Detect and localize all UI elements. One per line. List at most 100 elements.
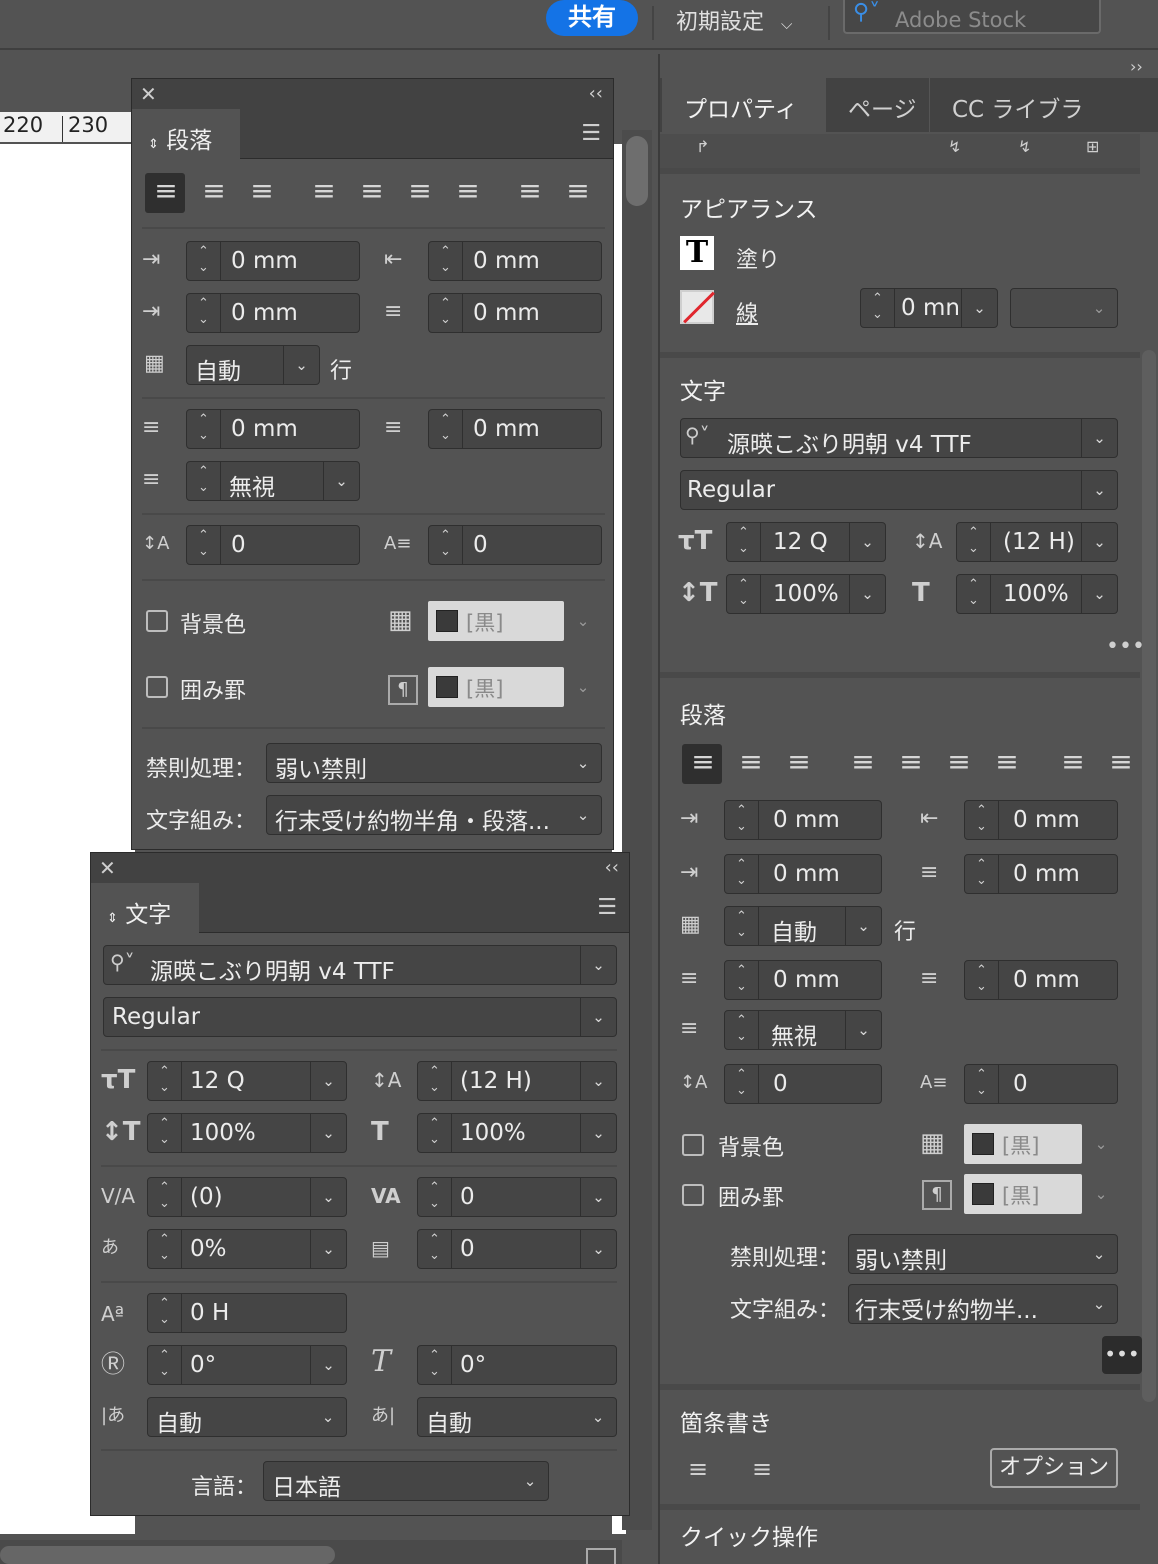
chevron-down-icon[interactable]: ⌄ [512, 1462, 548, 1500]
chevron-down-icon[interactable]: ⌄ [580, 1114, 616, 1152]
dropcap-chars-field[interactable]: ⌃ ⌄ 0 [964, 1064, 1118, 1104]
panel-scrollbar[interactable] [1142, 350, 1156, 1402]
stepper-icon[interactable]: ⌃ ⌄ [725, 801, 759, 839]
grid-align-select[interactable]: 自動 ⌄ [186, 345, 320, 385]
stepper-icon[interactable]: ⌃ ⌄ [148, 1346, 182, 1384]
chevron-down-icon[interactable]: ⌄ [580, 1178, 616, 1216]
stepper-icon[interactable]: ⌃ ⌄ [187, 242, 221, 280]
stepper-icon[interactable]: ⌃ ⌄ [187, 294, 221, 332]
chevron-down-icon[interactable]: ⌄ [845, 1011, 881, 1049]
font-size-field[interactable]: ⌃ ⌄ 12 Q ⌄ [147, 1061, 347, 1101]
panel-menu-icon[interactable]: ☰ [597, 895, 617, 921]
last-line-indent-field[interactable]: ⌃ ⌄ 0 mm [964, 854, 1118, 894]
stepper-icon[interactable]: ⌃ ⌄ [418, 1114, 452, 1152]
stepper-icon[interactable]: ⌃ ⌄ [187, 526, 221, 564]
stepper-icon[interactable]: ⌃ ⌄ [429, 410, 463, 448]
dropcap-chars-field[interactable]: ⌃ ⌄ 0 [428, 525, 602, 565]
stepper-icon[interactable]: ⌃ ⌄ [148, 1178, 182, 1216]
stepper-icon[interactable]: ⌃ ⌄ [957, 523, 991, 561]
view-mode-icon[interactable] [586, 1548, 616, 1564]
stroke-type-select[interactable]: ⌄ [1010, 288, 1118, 328]
stepper-icon[interactable]: ⌃ ⌄ [148, 1062, 182, 1100]
scrollbar-thumb[interactable] [626, 136, 648, 206]
right-indent-field[interactable]: ⌃ ⌄ 0 mm [964, 800, 1118, 840]
aki-after-select[interactable]: 自動 ⌄ [417, 1397, 617, 1437]
stepper-icon[interactable]: ⌃ ⌄ [148, 1294, 182, 1332]
chevron-down-icon[interactable]: ⌄ [323, 462, 359, 500]
justify-center-icon[interactable]: ≡ [351, 173, 391, 213]
panel-titlebar[interactable]: ✕ ‹‹ [91, 853, 629, 883]
aki-field[interactable]: ⌃ ⌄ 0 ⌄ [417, 1229, 617, 1269]
chevron-down-icon[interactable]: ⌄ [580, 1398, 616, 1436]
stepper-icon[interactable]: ⌃ ⌄ [965, 1065, 999, 1103]
justify-all-icon[interactable]: ≡ [986, 744, 1026, 784]
font-style-select[interactable]: Regular ⌄ [680, 470, 1118, 510]
chevron-down-icon[interactable]: ⌄ [310, 1178, 346, 1216]
align-towards-spine-icon[interactable]: ≡ [1052, 744, 1092, 784]
space-after-field[interactable]: ⌃ ⌄ 0 mm [964, 960, 1118, 1000]
chevron-down-icon[interactable]: ⌄ [565, 744, 601, 782]
stepper-icon[interactable]: ⌃ ⌄ [187, 462, 221, 500]
align-away-spine-icon[interactable]: ≡ [557, 173, 597, 213]
justify-all-icon[interactable]: ≡ [447, 173, 487, 213]
border-checkbox[interactable] [682, 1184, 704, 1206]
font-family-select[interactable]: ⚲˅ 源暎こぶり明朝 v4 TTF ⌄ [103, 945, 617, 985]
swatches-icon[interactable]: ▦ [388, 607, 413, 633]
stepper-icon[interactable]: ⌃ ⌄ [429, 242, 463, 280]
fill-icon[interactable]: T [680, 236, 714, 270]
share-button[interactable]: 共有 [546, 0, 638, 36]
chevron-down-icon[interactable]: ⌄ [1081, 1285, 1117, 1323]
space-after-field[interactable]: ⌃ ⌄ 0 mm [428, 409, 602, 449]
more-options-icon[interactable]: ••• [1106, 634, 1145, 660]
tracking-field[interactable]: ⌃ ⌄ 0 ⌄ [417, 1177, 617, 1217]
stepper-icon[interactable]: ⌃ ⌄ [727, 575, 761, 613]
mojikumi-select[interactable]: 行末受け約物半... ⌄ [848, 1284, 1118, 1324]
tab-cc-libraries[interactable]: CC ライブラ [932, 78, 1086, 132]
justify-center-icon[interactable]: ≡ [890, 744, 930, 784]
chevron-down-icon[interactable]: ⌄ [845, 907, 881, 945]
chevron-down-icon[interactable]: ⌄ [1081, 289, 1117, 327]
chevron-down-icon[interactable]: ⌄ [1081, 471, 1117, 509]
left-indent-field[interactable]: ⌃ ⌄ 0 mm [724, 800, 882, 840]
mojikumi-select[interactable]: 行末受け約物半角・段落... ⌄ [266, 795, 602, 835]
stepper-icon[interactable]: ⌃ ⌄ [725, 1065, 759, 1103]
chevron-down-icon[interactable]: ⌄ [580, 946, 616, 984]
stepper-icon[interactable]: ⌃ ⌄ [418, 1230, 452, 1268]
close-icon[interactable]: ✕ [99, 855, 116, 881]
more-options-icon[interactable]: ••• [1102, 1336, 1142, 1374]
tab-properties[interactable]: プロパティ [662, 78, 826, 132]
align-right-icon[interactable]: ≡ [778, 744, 818, 784]
chevron-down-icon[interactable]: ⌄ [564, 667, 602, 707]
stroke-weight-field[interactable]: ⌃ ⌄ 0 mn ⌄ [860, 288, 998, 328]
chevron-down-icon[interactable]: ⌄ [565, 796, 601, 834]
dropcap-lines-field[interactable]: ⌃ ⌄ 0 [724, 1064, 882, 1104]
scrollbar-thumb[interactable] [0, 1546, 335, 1564]
font-style-select[interactable]: Regular ⌄ [103, 997, 617, 1037]
horizontal-scale-field[interactable]: ⌃ ⌄ 100% ⌄ [956, 574, 1118, 614]
leading-field[interactable]: ⌃ ⌄ (12 H) ⌄ [417, 1061, 617, 1101]
stepper-icon[interactable]: ⌃ ⌄ [725, 855, 759, 893]
workspace-switcher[interactable]: 初期設定 ⌵ [676, 4, 792, 36]
chevron-down-icon[interactable]: ⌄ [580, 1230, 616, 1268]
chevron-down-icon[interactable]: ⌄ [310, 1398, 346, 1436]
vertical-scale-field[interactable]: ⌃ ⌄ 100% ⌄ [147, 1113, 347, 1153]
transform-icon[interactable]: ↱ [696, 134, 709, 160]
kinsoku-select[interactable]: 弱い禁則 ⌄ [848, 1234, 1118, 1274]
dropcap-lines-field[interactable]: ⌃ ⌄ 0 [186, 525, 360, 565]
stepper-icon[interactable]: ⌃ ⌄ [861, 289, 895, 327]
chevron-down-icon[interactable]: ⌄ [564, 601, 602, 641]
font-family-select[interactable]: ⚲˅ 源暎こぶり明朝 v4 TTF ⌄ [680, 418, 1118, 458]
language-select[interactable]: 日本語 ⌄ [263, 1461, 549, 1501]
border-color-swatch[interactable]: [黒] [428, 667, 564, 707]
stepper-icon[interactable]: ⌃ ⌄ [429, 526, 463, 564]
stepper-icon[interactable]: ⌃ ⌄ [957, 575, 991, 613]
first-line-indent-field[interactable]: ⌃ ⌄ 0 mm [186, 293, 360, 333]
kinsoku-select[interactable]: 弱い禁則 ⌄ [266, 743, 602, 783]
stroke-none-icon[interactable] [680, 290, 715, 324]
stepper-icon[interactable]: ⌃ ⌄ [965, 961, 999, 999]
align-towards-spine-icon[interactable]: ≡ [509, 173, 549, 213]
space-before-field[interactable]: ⌃ ⌄ 0 mm [724, 960, 882, 1000]
stepper-icon[interactable]: ⌃ ⌄ [148, 1230, 182, 1268]
baseline-shift-field[interactable]: ⌃ ⌄ 0 H [147, 1293, 347, 1333]
kerning-field[interactable]: ⌃ ⌄ (0) ⌄ [147, 1177, 347, 1217]
